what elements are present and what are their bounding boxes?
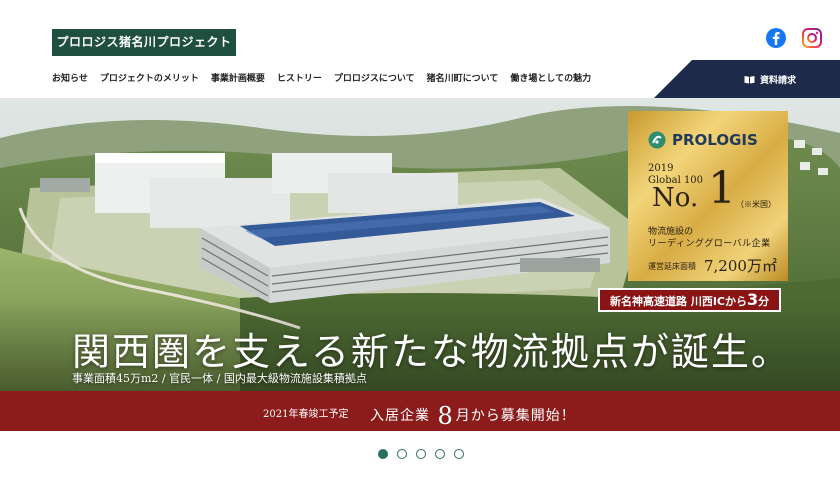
- hero-subline: 事業面積45万m2 / 官民一体 / 国内最大級物流施設集積拠点: [72, 372, 367, 385]
- nav-item-about-prologis[interactable]: プロロジスについて: [334, 71, 415, 84]
- access-prefix: 新名神高速道路 川西ICから: [610, 295, 747, 308]
- nav-item-merits[interactable]: プロジェクトのメリット: [100, 71, 199, 84]
- completion-note: 2021年春竣工予定: [263, 409, 349, 420]
- recruitment-banner[interactable]: 2021年春竣工予定 入居企業 8 月から募集開始！: [0, 391, 840, 431]
- access-callout: 新名神高速道路 川西ICから3分: [598, 288, 782, 312]
- slider-dot-1[interactable]: [378, 449, 388, 459]
- recruitment-prefix: 入居企業: [370, 408, 430, 424]
- main-nav: お知らせ プロジェクトのメリット 事業計画概要 ヒストリー プロロジスについて …: [52, 71, 591, 84]
- prologis-ranking-badge: PROLOGIS 2019 Global 100 No. 1 （※米国） 物流施…: [628, 111, 788, 281]
- badge-area-label: 運営延床面積: [648, 262, 696, 271]
- badge-no: No.: [652, 183, 699, 213]
- badge-country: （※米国）: [736, 200, 776, 209]
- badge-year: 2019: [648, 163, 674, 174]
- badge-area-value: 7,200万㎡: [704, 257, 777, 275]
- badge-brand: PROLOGIS: [672, 131, 758, 149]
- slider-dot-4[interactable]: [435, 449, 445, 459]
- badge-desc-2: リーディンググローバル企業: [648, 239, 771, 249]
- recruitment-month: 8: [437, 402, 454, 430]
- nav-item-news[interactable]: お知らせ: [52, 71, 88, 84]
- site-logo[interactable]: プロロジス猪名川プロジェクト: [52, 29, 236, 56]
- slider-pagination: [378, 449, 464, 459]
- hero-headline: 関西圏を支える新たな物流拠点が誕生。: [72, 330, 791, 374]
- nav-item-plan[interactable]: 事業計画概要: [211, 71, 265, 84]
- document-request-label: 資料請求: [760, 76, 797, 86]
- instagram-icon[interactable]: [801, 27, 823, 49]
- badge-rank: 1: [708, 163, 736, 214]
- access-minutes: 3: [747, 290, 759, 309]
- document-request-button[interactable]: 資料請求: [654, 60, 840, 98]
- book-icon: [744, 76, 755, 84]
- facebook-icon[interactable]: [765, 27, 787, 49]
- nav-item-workplace[interactable]: 働き場としての魅力: [510, 71, 591, 84]
- slider-dot-2[interactable]: [397, 449, 407, 459]
- nav-item-about-inagawa[interactable]: 猪名川町について: [427, 71, 499, 84]
- recruitment-suffix: 月から募集開始！: [455, 408, 576, 424]
- nav-item-history[interactable]: ヒストリー: [277, 71, 322, 84]
- access-unit: 分: [758, 295, 770, 308]
- recruitment-message: 入居企業 8 月から募集開始！: [370, 402, 576, 430]
- prologis-logo-icon: [648, 131, 666, 149]
- slider-dot-5[interactable]: [454, 449, 464, 459]
- slider-dot-3[interactable]: [416, 449, 426, 459]
- hero-slider[interactable]: 関西圏を支える新たな物流拠点が誕生。 事業面積45万m2 / 官民一体 / 国内…: [0, 98, 840, 431]
